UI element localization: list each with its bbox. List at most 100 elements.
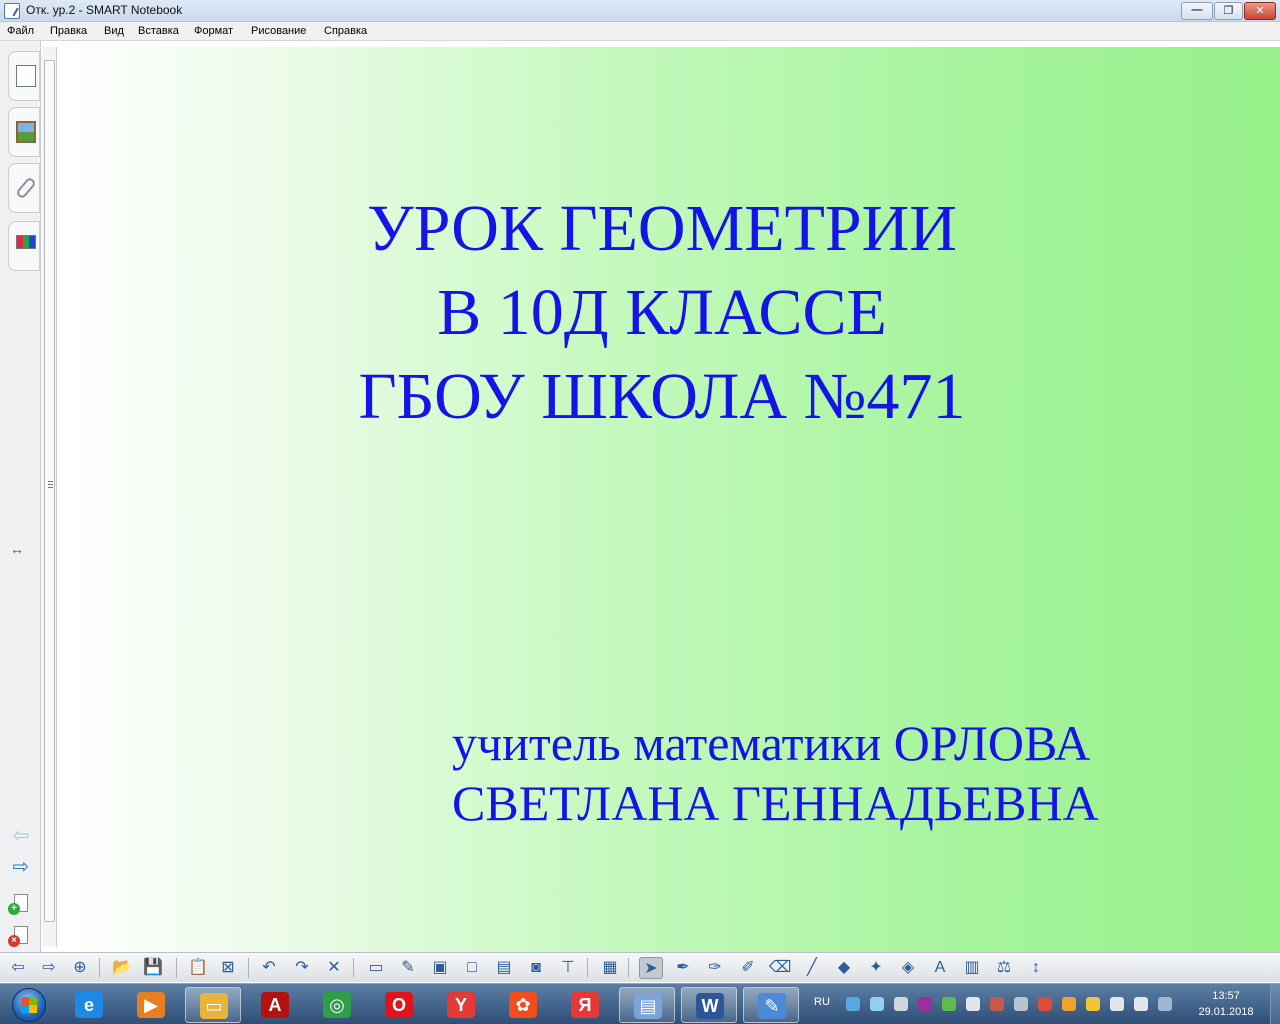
pen-icon[interactable]: ✒ — [671, 957, 695, 979]
lesson-title[interactable]: УРОК ГЕОМЕТРИИ В 10Д КЛАССЕ ГБОУ ШКОЛА №… — [58, 187, 1280, 439]
chrome-icon: ◎ — [323, 992, 351, 1018]
bluetooth-icon[interactable] — [1158, 997, 1172, 1011]
menu-insert[interactable]: Вставка — [138, 25, 179, 37]
toolbar-move-icon[interactable]: ↕ — [1024, 957, 1048, 979]
pens-icon[interactable]: ✎ — [396, 957, 420, 979]
action-center-icon[interactable] — [1038, 997, 1052, 1011]
save-icon[interactable]: 💾 — [141, 957, 165, 979]
delete-icon[interactable]: ✕ — [322, 957, 346, 979]
taskbar-button[interactable]: e — [61, 987, 117, 1023]
volume-icon[interactable] — [966, 997, 980, 1011]
open-file-icon[interactable]: 📂 — [110, 957, 134, 979]
yandex-browser-icon: Y — [447, 992, 475, 1018]
opera-icon: O — [385, 992, 413, 1018]
undo-icon[interactable]: ↶ — [257, 957, 281, 979]
menu-view[interactable]: Вид — [104, 25, 124, 37]
taskbar-button[interactable]: A — [247, 987, 303, 1023]
title-line[interactable]: УРОК ГЕОМЕТРИИ — [58, 187, 1280, 271]
measurement-tools-icon[interactable]: ⚖ — [992, 957, 1016, 979]
display-icon[interactable] — [1014, 997, 1028, 1011]
magic-pen-icon[interactable]: ✐ — [736, 957, 760, 979]
toolbar-separator — [587, 958, 588, 978]
battery-icon[interactable] — [1086, 997, 1100, 1011]
language-indicator[interactable]: RU — [814, 996, 830, 1008]
restore-button[interactable]: ❐ — [1214, 2, 1243, 20]
smart-board-icon[interactable] — [894, 997, 908, 1011]
menu-format[interactable]: Формат — [194, 25, 233, 37]
taskbar-button[interactable]: Y — [433, 987, 489, 1023]
minimize-button[interactable]: — — [1181, 2, 1213, 20]
fill-icon[interactable]: ◈ — [896, 957, 920, 979]
eraser-icon[interactable]: ⌫ — [768, 957, 792, 979]
select-icon[interactable]: ➤ — [639, 957, 663, 979]
paste-icon[interactable]: 📋 — [186, 957, 210, 979]
taskbar-button[interactable]: Я — [557, 987, 613, 1023]
page-sorter-icon — [16, 65, 36, 87]
capture-icon[interactable]: ◙ — [524, 957, 548, 979]
add-page-button[interactable]: + — [8, 893, 34, 915]
taskbar-button[interactable]: ▭ — [185, 987, 241, 1023]
display-icon[interactable]: ▤ — [492, 957, 516, 979]
skype-icon[interactable] — [870, 997, 884, 1011]
next-page-button[interactable]: ⇨ — [8, 856, 34, 878]
file-explorer-icon: ▭ — [200, 993, 228, 1019]
full-screen-close-icon[interactable]: ⊠ — [216, 957, 240, 979]
author-line[interactable]: СВЕТЛАНА ГЕННАДЬЕВНА — [452, 773, 1099, 833]
tab-gallery[interactable] — [8, 107, 40, 157]
teacher-name[interactable]: учитель математики ОРЛОВА СВЕТЛАНА ГЕННА… — [452, 713, 1099, 833]
line-icon[interactable]: ╱ — [800, 957, 824, 979]
next-page-icon[interactable]: ⇨ — [37, 957, 61, 979]
start-button[interactable] — [3, 986, 53, 1024]
nvidia-icon[interactable] — [942, 997, 956, 1011]
magic-wand-icon[interactable]: ✦ — [864, 957, 888, 979]
tab-page-sorter[interactable] — [8, 51, 40, 101]
creative-pen-icon[interactable]: ✑ — [703, 957, 727, 979]
table-icon[interactable]: ▦ — [598, 957, 622, 979]
clock-date[interactable]: 29.01.2018 — [1188, 1006, 1264, 1018]
shapes-icon[interactable]: ◆ — [832, 957, 856, 979]
menu-edit[interactable]: Правка — [50, 25, 87, 37]
network-disconnected-icon[interactable] — [990, 997, 1004, 1011]
show-desktop-button[interactable] — [1270, 984, 1280, 1024]
title-line[interactable]: В 10Д КЛАССЕ — [58, 271, 1280, 355]
taskbar-button[interactable]: O — [371, 987, 427, 1023]
onenote-icon[interactable] — [918, 997, 932, 1011]
notebook-page[interactable]: УРОК ГЕОМЕТРИИ В 10Д КЛАССЕ ГБОУ ШКОЛА №… — [58, 47, 1280, 952]
resize-handle-icon[interactable]: ↔ — [10, 541, 24, 557]
tab-attachments[interactable] — [8, 163, 40, 213]
properties-icon[interactable]: ▥ — [960, 957, 984, 979]
screen-shade-icon[interactable]: ▭ — [364, 957, 388, 979]
author-line[interactable]: учитель математики ОРЛОВА — [452, 713, 1099, 773]
taskbar-button[interactable]: ▤ — [619, 987, 675, 1023]
document-camera-icon[interactable]: ⊤ — [556, 957, 580, 979]
menu-draw[interactable]: Рисование — [251, 25, 306, 37]
text-icon[interactable]: A — [928, 957, 952, 979]
menu-file[interactable]: Файл — [7, 25, 34, 37]
speaker-icon[interactable] — [1110, 997, 1124, 1011]
side-tab-bar: ↔ ⇦ ⇨ + × — [0, 41, 41, 952]
update-icon[interactable] — [1062, 997, 1076, 1011]
close-button[interactable]: ✕ — [1244, 2, 1276, 20]
add-page-icon[interactable]: ⊕ — [68, 957, 92, 979]
transparent-background-icon[interactable]: □ — [460, 957, 484, 979]
notebook-gallery-icon: ▤ — [634, 993, 662, 1019]
mute-icon[interactable] — [1134, 997, 1148, 1011]
previous-page-icon[interactable]: ⇦ — [6, 957, 30, 979]
network-cloud-icon[interactable] — [846, 997, 860, 1011]
full-screen-icon[interactable]: ▣ — [428, 957, 452, 979]
title-line[interactable]: ГБОУ ШКОЛА №471 — [58, 355, 1280, 439]
previous-page-button[interactable]: ⇦ — [8, 825, 34, 847]
vertical-scrollbar[interactable] — [42, 47, 57, 947]
clock-time[interactable]: 13:57 — [1204, 990, 1248, 1002]
taskbar-button[interactable]: ◎ — [309, 987, 365, 1023]
restore-icon: ❐ — [1223, 5, 1234, 17]
scrollbar-thumb[interactable] — [44, 60, 55, 922]
taskbar-button[interactable]: ▶ — [123, 987, 179, 1023]
taskbar-button[interactable]: ✎ — [743, 987, 799, 1023]
taskbar-button[interactable]: ✿ — [495, 987, 551, 1023]
tab-properties[interactable] — [8, 221, 40, 271]
redo-icon[interactable]: ↷ — [290, 957, 314, 979]
delete-page-button[interactable]: × — [8, 925, 34, 947]
taskbar-button[interactable]: W — [681, 987, 737, 1023]
menu-help[interactable]: Справка — [324, 25, 367, 37]
